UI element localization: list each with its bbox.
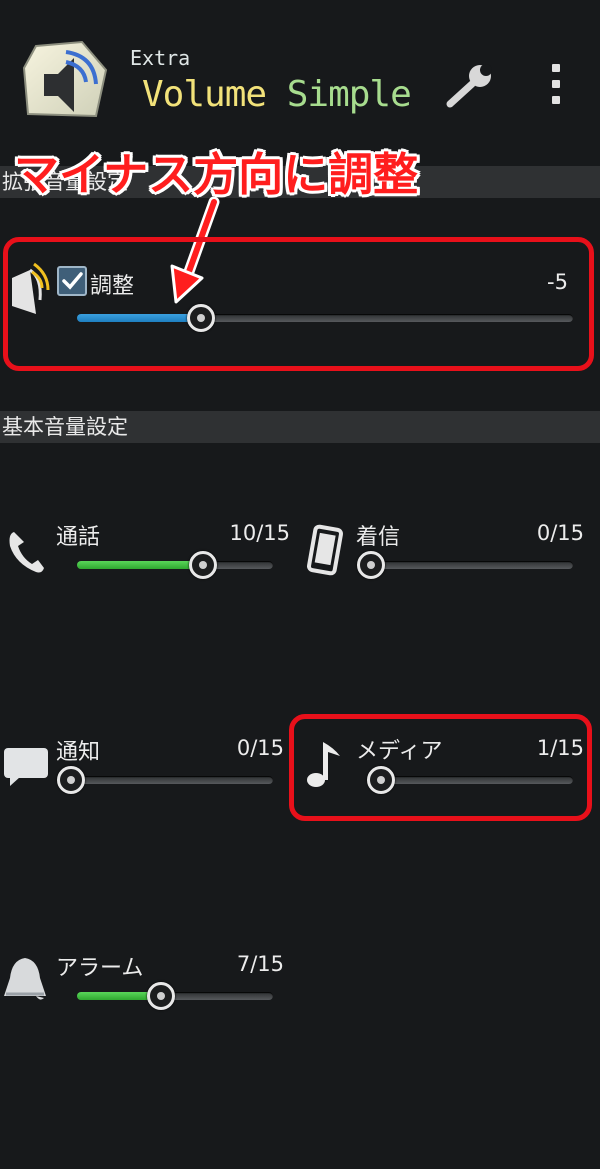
notification-value: 0/15: [236, 736, 284, 760]
highlight-box-extended: [3, 237, 594, 371]
adjust-slider-fill: [77, 314, 201, 322]
adjust-slider-track[interactable]: [77, 314, 573, 322]
call-label: 通話: [56, 525, 101, 550]
adjust-slider-thumb[interactable]: [187, 304, 215, 332]
basic-section-header: 基本音量設定: [0, 411, 600, 443]
app-title-simple: Simple: [286, 74, 412, 115]
mobile-phone-icon: [306, 524, 346, 576]
menu-dot: [552, 96, 560, 104]
adjust-value: -5: [547, 270, 568, 294]
bell-icon: [2, 954, 48, 1004]
media-value: 1/15: [536, 736, 584, 760]
phone-icon: [6, 528, 48, 576]
ringtone-value: 0/15: [536, 521, 584, 545]
speech-bubble-icon: [2, 744, 50, 788]
adjust-checkbox[interactable]: [57, 266, 87, 296]
media-slider-thumb[interactable]: [366, 766, 395, 794]
menu-dot: [552, 80, 560, 88]
music-note-icon: [304, 738, 346, 792]
app-title-extra: Extra: [130, 46, 191, 70]
annotation-text: マイナス方向に調整: [14, 149, 419, 200]
ringtone-label: 着信: [356, 525, 401, 550]
alarm-value: 7/15: [236, 952, 284, 976]
call-slider-thumb[interactable]: [189, 551, 217, 579]
ringtone-slider-thumb[interactable]: [357, 551, 385, 579]
alarm-label: アラーム: [56, 956, 144, 981]
menu-dot: [552, 64, 560, 72]
adjust-label: 調整: [90, 274, 135, 299]
media-label: メディア: [356, 739, 443, 764]
media-slider-track[interactable]: [371, 776, 573, 784]
wrench-icon[interactable]: [444, 60, 496, 110]
speaker-icon: [8, 256, 52, 326]
app-title: Volume Simple: [142, 74, 412, 115]
alarm-slider-thumb[interactable]: [147, 982, 176, 1010]
app-title-volume: Volume: [142, 74, 267, 115]
app-icon: [22, 40, 108, 120]
notification-label: 通知: [56, 740, 101, 765]
overflow-menu-icon[interactable]: [540, 58, 572, 108]
ringtone-slider-track[interactable]: [357, 561, 573, 569]
call-slider-track[interactable]: [77, 561, 273, 569]
notification-slider-thumb[interactable]: [57, 766, 85, 794]
call-slider-fill: [77, 561, 203, 569]
call-value: 10/15: [229, 521, 290, 545]
notification-slider-track[interactable]: [60, 776, 273, 784]
